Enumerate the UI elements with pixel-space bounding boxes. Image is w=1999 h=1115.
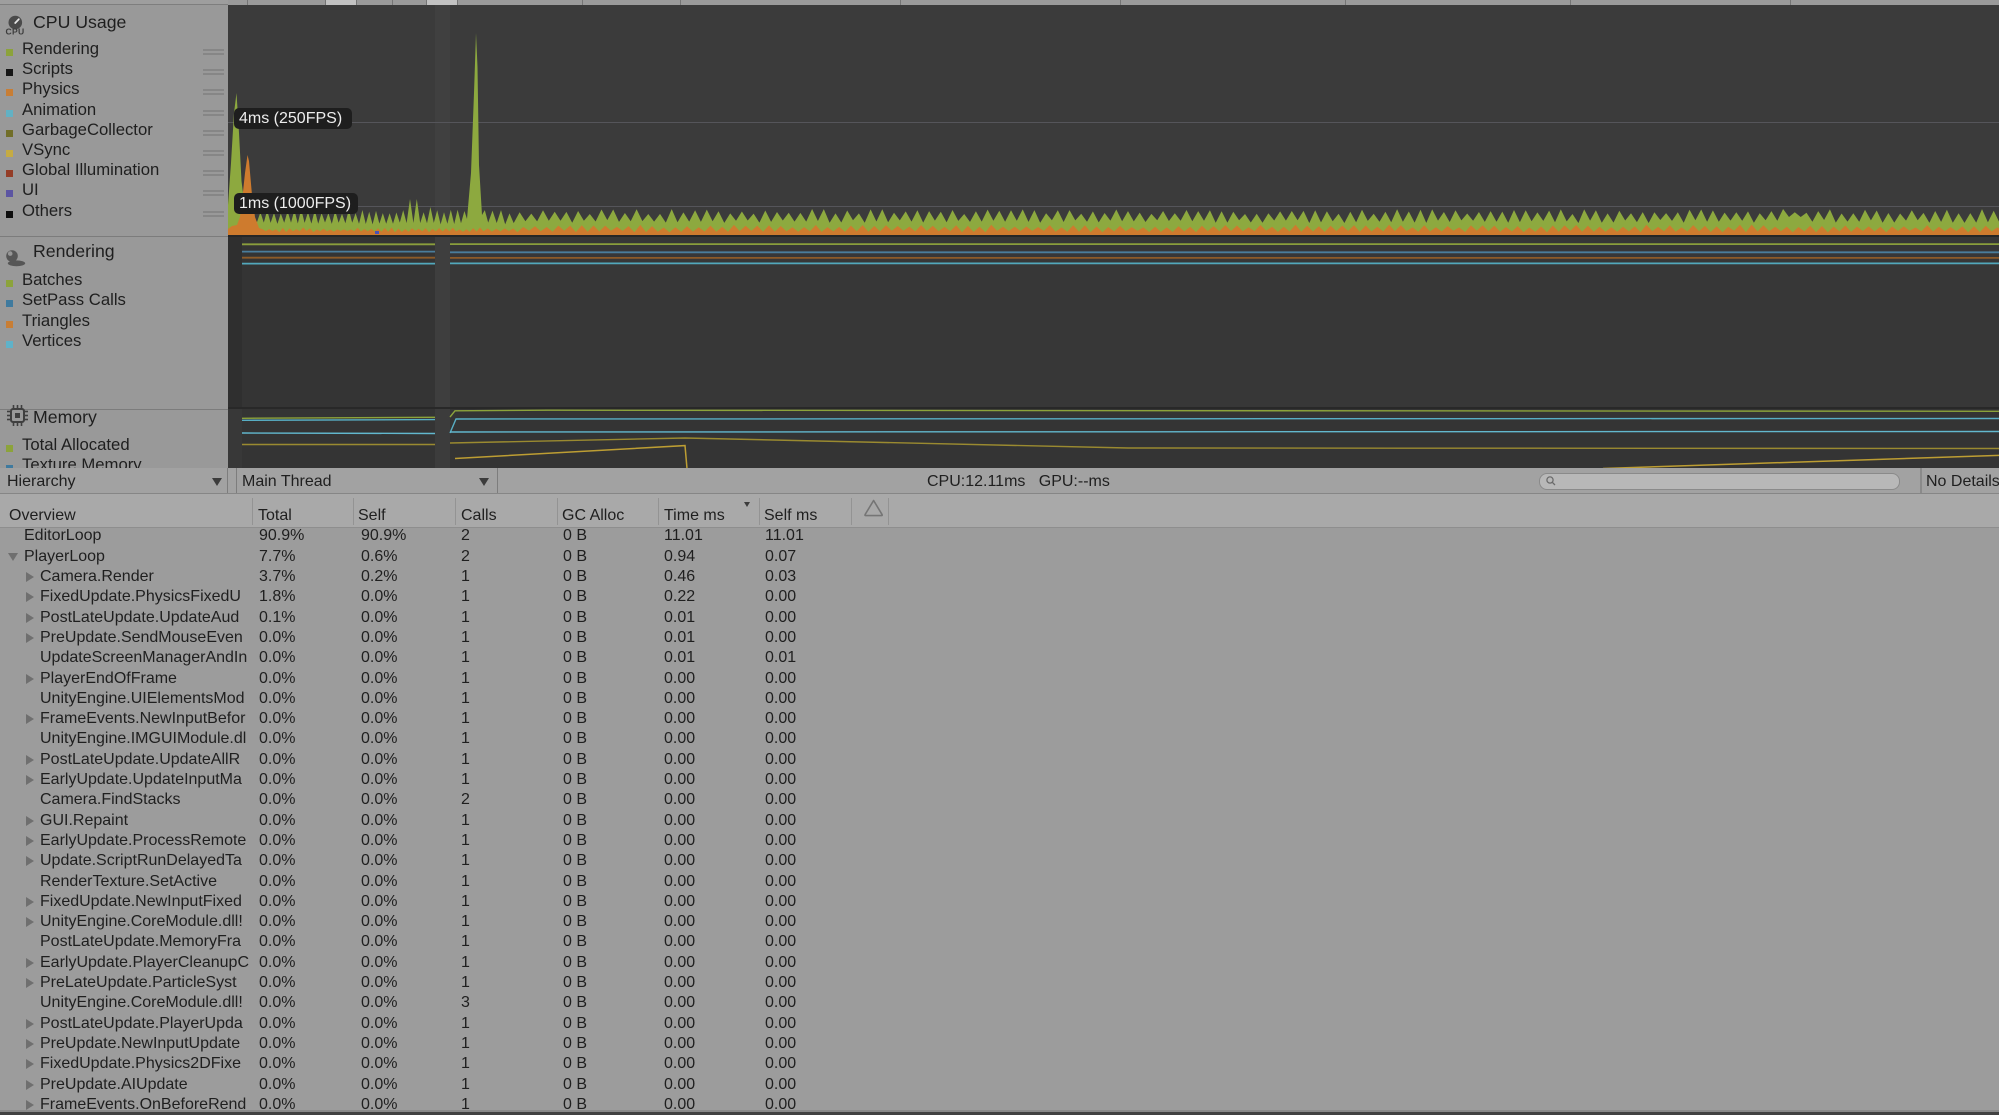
svg-text:CPU: CPU (6, 27, 25, 37)
